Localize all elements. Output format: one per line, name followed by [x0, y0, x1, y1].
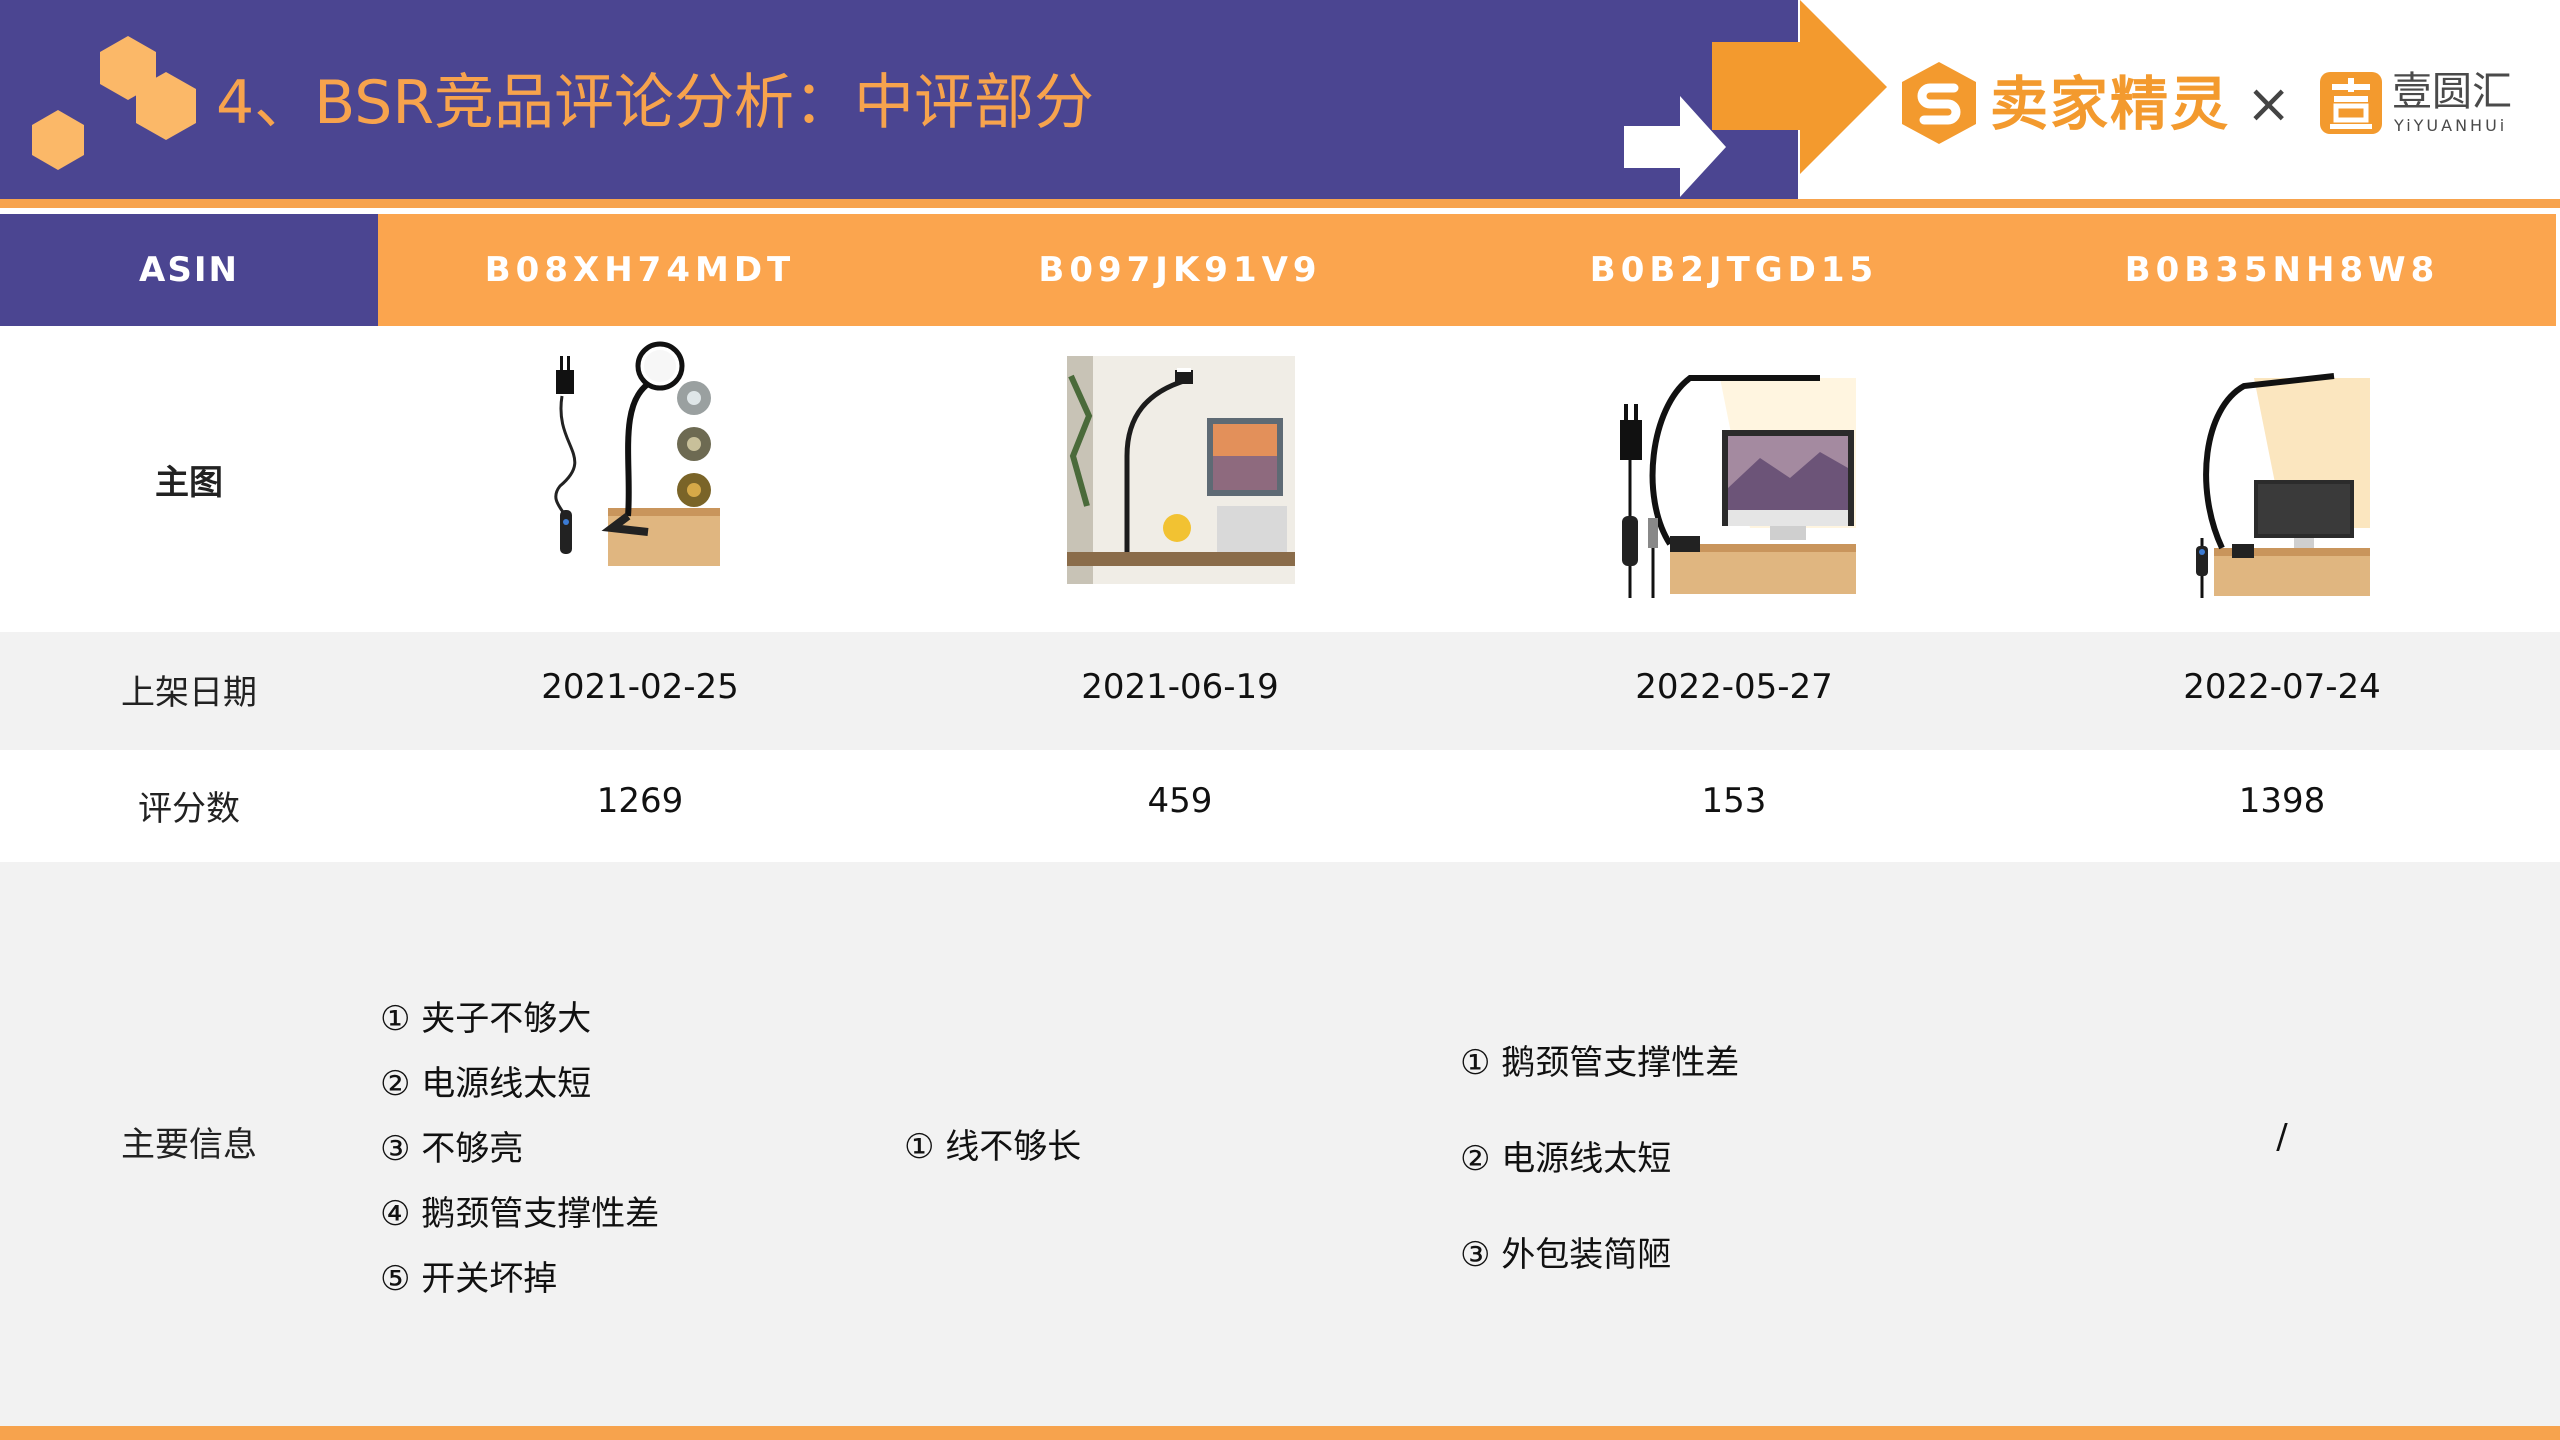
yiyuanhui-logo-subtext: YiYUANHUi: [2394, 116, 2508, 135]
hexagon-decoration: [32, 36, 196, 170]
row-label-main-image: 主图: [155, 463, 223, 503]
seller-sprite-logo-icon: [1902, 62, 1976, 144]
row-label-rating-count: 评分数: [138, 789, 240, 829]
yiyuanhui-logo-icon: [2320, 72, 2382, 134]
product-image-1: [554, 341, 720, 566]
table-header-asin-4: B0B35NH8W8: [2124, 250, 2440, 290]
info-col3-item: ③ 外包装简陋: [1460, 1235, 1672, 1275]
rating-count-2: 459: [1147, 781, 1213, 821]
listing-date-3: 2022-05-27: [1635, 667, 1833, 707]
info-col1-item: ③ 不够亮: [380, 1129, 524, 1169]
product-image-2: [1067, 356, 1295, 584]
yiyuanhui-logo-text: 壹圆汇: [2392, 69, 2512, 115]
row-label-main-info: 主要信息: [121, 1125, 257, 1165]
info-col1-item: ② 电源线太短: [380, 1064, 592, 1104]
page-title: 4、BSR竞品评论分析：中评部分: [216, 68, 1095, 138]
listing-date-4: 2022-07-24: [2183, 667, 2381, 707]
info-col4-item: /: [2276, 1117, 2288, 1157]
rating-count-3: 153: [1701, 781, 1767, 821]
arrow-right-icon: [1624, 96, 1726, 197]
logo-separator: ×: [2246, 72, 2292, 135]
info-col1-item: ① 夹子不够大: [380, 999, 592, 1039]
rating-count-4: 1398: [2238, 781, 2326, 821]
product-image-4: [2196, 373, 2370, 598]
info-col1-item: ④ 鹅颈管支撑性差: [380, 1194, 660, 1234]
table-header-asin-1: B08XH74MDT: [484, 250, 796, 290]
footer-divider: [0, 1426, 2560, 1440]
row-label-listing-date: 上架日期: [121, 673, 257, 713]
rating-count-1: 1269: [596, 781, 684, 821]
info-col3-item: ① 鹅颈管支撑性差: [1460, 1043, 1740, 1083]
arrow-right-icon: [1712, 0, 1887, 174]
info-col3-item: ② 电源线太短: [1460, 1139, 1672, 1179]
table-header-asin-label: ASIN: [139, 250, 239, 290]
header-divider: [0, 199, 2560, 208]
listing-date-1: 2021-02-25: [541, 667, 739, 707]
info-col2-item: ① 线不够长: [904, 1127, 1082, 1167]
product-image-3: [1620, 375, 1856, 598]
listing-date-2: 2021-06-19: [1081, 667, 1279, 707]
table-header-asin-2: B097JK91V9: [1038, 250, 1322, 290]
table-header-asin-3: B0B2JTGD15: [1589, 250, 1879, 290]
info-col1-item: ⑤ 开关坏掉: [380, 1259, 558, 1299]
slide-page: 4、BSR竞品评论分析：中评部分 卖家精灵 × 壹圆汇 YiYUANHUi AS…: [0, 0, 2560, 1440]
seller-sprite-logo-text: 卖家精灵: [1990, 70, 2231, 138]
